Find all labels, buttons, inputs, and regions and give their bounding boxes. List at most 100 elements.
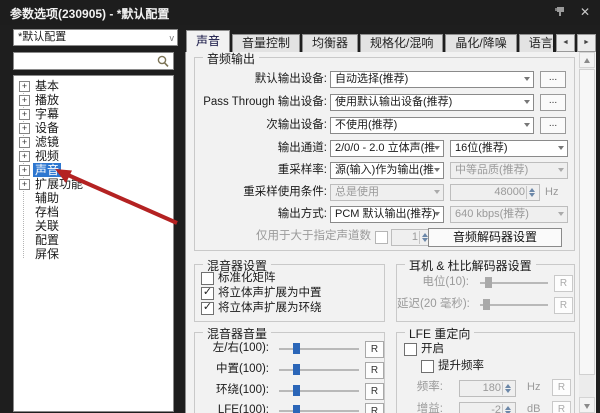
delay-reset-button[interactable]: R bbox=[554, 297, 573, 314]
preset-dropdown[interactable]: *默认配置 v bbox=[13, 29, 178, 46]
chevron-down-icon bbox=[434, 212, 440, 216]
chevron-down-icon bbox=[524, 123, 530, 127]
delay-label: 延迟(20 毫秒): bbox=[397, 298, 469, 310]
tab-equalizer[interactable]: 均衡器 bbox=[302, 34, 359, 52]
tab-bar: 声音 音量控制 均衡器 规格化/混响 晶化/降噪 语言/同步/其他 Wi ◄ ► bbox=[186, 30, 596, 52]
spinner-arrows-icon[interactable] bbox=[502, 404, 514, 413]
delay-slider[interactable] bbox=[480, 298, 548, 311]
preferences-dialog: 参数选项(230905) - *默认配置 ✕ *默认配置 v + 基本 + 播放 +… bbox=[0, 0, 600, 413]
search-icon bbox=[157, 55, 169, 67]
expand-plus-icon[interactable]: + bbox=[19, 123, 30, 134]
potential-label: 电位(10): bbox=[422, 276, 469, 288]
default-device-more-button[interactable]: ... bbox=[540, 71, 566, 88]
tab-volume-control[interactable]: 音量控制 bbox=[232, 34, 301, 52]
resampler-dropdown[interactable]: 源(输入)作为输出(推 bbox=[330, 162, 444, 179]
stereo-to-center-label: 将立体声扩展为中置 bbox=[218, 287, 322, 299]
lfe-volume-reset-button[interactable]: R bbox=[365, 403, 384, 413]
scroll-down-icon[interactable] bbox=[579, 397, 595, 413]
expand-plus-icon[interactable]: + bbox=[19, 179, 30, 190]
stereo-to-surround-checkbox[interactable] bbox=[201, 302, 214, 315]
channel-limit-checkbox[interactable] bbox=[375, 231, 388, 244]
gain-unit-label: dB bbox=[527, 403, 541, 413]
expand-plus-icon[interactable]: + bbox=[19, 81, 30, 92]
tab-scroll-right-icon[interactable]: ► bbox=[577, 34, 596, 52]
stereo-to-surround-label: 将立体声扩展为环绕 bbox=[218, 302, 322, 314]
spinner-arrows-icon[interactable] bbox=[502, 382, 514, 395]
secondary-device-more-button[interactable]: ... bbox=[540, 117, 566, 134]
output-channels-dropdown[interactable]: 2/0/0 - 2.0 立体声(推 bbox=[330, 140, 444, 157]
bitrate-dropdown[interactable]: 640 kbps(推荐) bbox=[450, 206, 568, 223]
expand-plus-icon[interactable]: + bbox=[19, 165, 30, 176]
tab-sound[interactable]: 声音 bbox=[186, 30, 231, 52]
center-label: 中置(100): bbox=[215, 363, 269, 375]
mixer-volume-group: 混音器音量 左/右(100): R 中置(100): R 环绕(100): R … bbox=[194, 325, 385, 413]
gain-reset-button[interactable]: R bbox=[552, 401, 571, 413]
passthrough-device-more-button[interactable]: ... bbox=[540, 94, 566, 111]
preset-value: *默认配置 bbox=[18, 31, 67, 43]
window-title: 参数选项(230905) - *默认配置 bbox=[10, 7, 170, 21]
expand-plus-icon[interactable]: + bbox=[19, 137, 30, 148]
frequency-spinner[interactable]: 180 bbox=[459, 380, 516, 397]
potential-slider[interactable] bbox=[480, 276, 548, 289]
spinner-arrows-icon[interactable] bbox=[526, 186, 538, 199]
audio-output-group: 音频输出 默认输出设备: 自动选择(推荐) ... Pass Through 输… bbox=[194, 52, 575, 251]
passthrough-device-label: Pass Through 输出设备: bbox=[203, 96, 327, 108]
close-icon[interactable]: ✕ bbox=[576, 4, 594, 22]
secondary-device-dropdown[interactable]: 不使用(推荐) bbox=[330, 117, 534, 134]
surround-label: 环绕(100): bbox=[215, 384, 269, 396]
search-input[interactable] bbox=[13, 52, 174, 70]
frequency-reset-button[interactable]: R bbox=[552, 379, 571, 396]
output-bits-dropdown[interactable]: 16位(推荐) bbox=[450, 140, 568, 157]
potential-reset-button[interactable]: R bbox=[554, 275, 573, 292]
gain-spinner[interactable]: -2 bbox=[459, 402, 516, 413]
chevron-down-icon bbox=[558, 168, 564, 172]
center-slider[interactable] bbox=[279, 363, 359, 376]
channel-limit-spinner[interactable]: 1 bbox=[391, 229, 433, 246]
expand-plus-icon[interactable]: + bbox=[19, 151, 30, 162]
center-reset-button[interactable]: R bbox=[365, 362, 384, 379]
chevron-down-icon bbox=[434, 168, 440, 172]
titlebar: 参数选项(230905) - *默认配置 ✕ bbox=[0, 0, 600, 25]
left-right-reset-button[interactable]: R bbox=[365, 341, 384, 358]
default-device-dropdown[interactable]: 自动选择(推荐) bbox=[330, 71, 534, 88]
chevron-down-icon bbox=[524, 77, 530, 81]
surround-reset-button[interactable]: R bbox=[365, 383, 384, 400]
chevron-down-icon: v bbox=[169, 33, 175, 43]
surround-slider[interactable] bbox=[279, 384, 359, 397]
left-right-slider[interactable] bbox=[279, 342, 359, 355]
chevron-down-icon bbox=[524, 100, 530, 104]
normalize-matrix-checkbox[interactable] bbox=[201, 272, 214, 285]
resample-quality-dropdown[interactable]: 中等品质(推荐) bbox=[450, 162, 568, 179]
lfe-volume-label: LFE(100): bbox=[217, 404, 269, 413]
chevron-down-icon bbox=[558, 146, 564, 150]
tab-normalize-reverb[interactable]: 规格化/混响 bbox=[360, 34, 444, 52]
resample-condition-dropdown[interactable]: 总是使用 bbox=[330, 184, 444, 201]
resample-condition-label: 重采样使用条件: bbox=[243, 186, 327, 198]
frequency-label: 频率: bbox=[416, 381, 443, 393]
output-mode-dropdown[interactable]: PCM 默认输出(推荐) bbox=[330, 206, 444, 223]
tab-scroll-buttons: ◄ ► bbox=[553, 33, 596, 52]
boost-frequency-checkbox[interactable] bbox=[421, 360, 434, 373]
secondary-device-label: 次输出设备: bbox=[266, 119, 327, 131]
lfe-enable-checkbox[interactable] bbox=[404, 343, 417, 356]
tab-crystal-denoise[interactable]: 晶化/降噪 bbox=[445, 34, 517, 52]
expand-plus-icon[interactable]: + bbox=[19, 109, 30, 120]
passthrough-device-dropdown[interactable]: 使用默认输出设备(推荐) bbox=[330, 94, 534, 111]
window-right-edge bbox=[596, 25, 600, 413]
output-mode-label: 输出方式: bbox=[277, 208, 327, 220]
channel-limit-label: 仅用于大于指定声道数 bbox=[256, 230, 371, 242]
sample-rate-spinner[interactable]: 48000 bbox=[450, 184, 540, 201]
mixer-settings-group: 混音器设置 标准化矩阵 将立体声扩展为中置 将立体声扩展为环绕 bbox=[194, 257, 385, 322]
resampler-label: 重采样率: bbox=[277, 164, 327, 176]
chevron-down-icon bbox=[434, 146, 440, 150]
vertical-scrollbar[interactable] bbox=[579, 52, 595, 413]
audio-output-group-title: 音频输出 bbox=[203, 52, 260, 67]
scrollbar-thumb[interactable] bbox=[579, 69, 595, 375]
audio-decoder-settings-button[interactable]: 音频解码器设置 bbox=[428, 228, 562, 247]
pin-icon[interactable] bbox=[548, 3, 570, 21]
tab-scroll-left-icon[interactable]: ◄ bbox=[556, 34, 575, 52]
expand-plus-icon[interactable]: + bbox=[19, 95, 30, 106]
scroll-up-icon[interactable] bbox=[579, 52, 595, 68]
stereo-to-center-checkbox[interactable] bbox=[201, 287, 214, 300]
lfe-volume-slider[interactable] bbox=[279, 404, 359, 413]
